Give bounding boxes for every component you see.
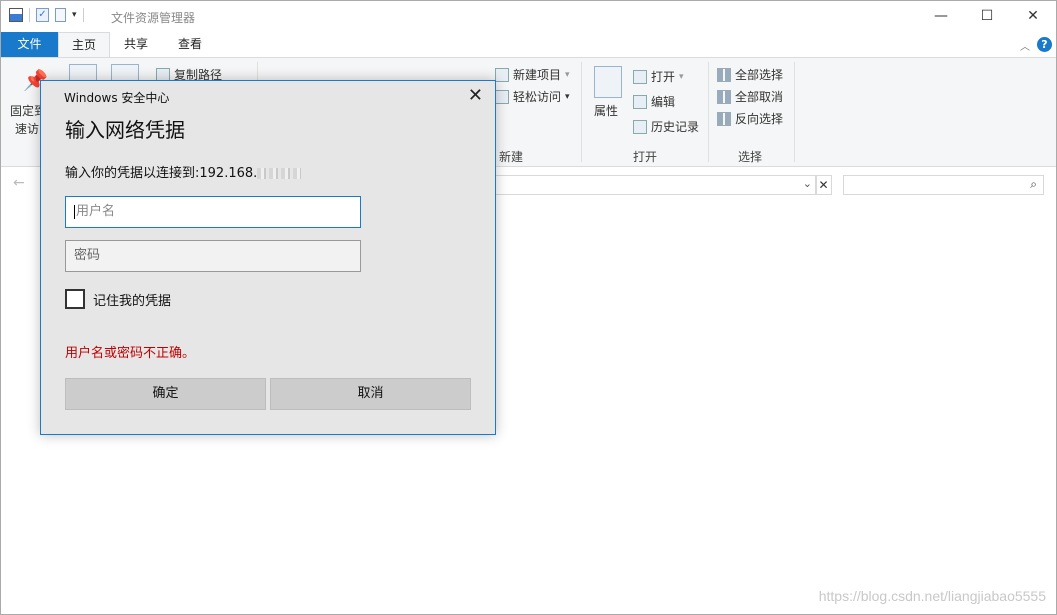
edit-label: 编辑 [651, 95, 676, 109]
history-icon [633, 119, 647, 134]
history-label: 历史记录 [651, 120, 700, 134]
username-field[interactable]: 用户名 [65, 196, 361, 228]
minimize-button[interactable]: — [918, 1, 964, 31]
select-none-label: 全部取消 [735, 90, 784, 104]
tab-view[interactable]: 查看 [166, 32, 214, 57]
error-message: 用户名或密码不正确。 [65, 346, 196, 361]
easy-access-button[interactable]: 轻松访问 ▾ [495, 88, 570, 105]
invert-selection-label: 反向选择 [735, 112, 784, 126]
title-bar: ✓ ▾ 文件资源管理器 — ☐ ✕ [1, 1, 1056, 32]
pin-label-2[interactable]: 速访 [15, 120, 39, 137]
easy-access-label: 轻松访问 [513, 90, 562, 104]
dialog-caption: Windows 安全中心 [64, 91, 170, 105]
collapse-ribbon-icon[interactable]: ︿ [1020, 38, 1030, 53]
group-label-select: 选择 [738, 150, 763, 164]
properties-icon[interactable] [594, 66, 622, 98]
connect-to-label: 输入你的凭据以连接到:192.168. [65, 166, 258, 181]
search-input[interactable]: ⌕ [843, 175, 1044, 195]
new-item-button[interactable]: 新建项目 ▾ [495, 66, 570, 83]
history-button[interactable]: 历史记录 [633, 118, 699, 135]
quick-access-toolbar: ✓ ▾ [9, 8, 84, 22]
window-icon [9, 8, 23, 22]
open-label: 打开 [651, 70, 676, 84]
divider [29, 8, 30, 22]
select-none-icon [717, 89, 731, 104]
chevron-down-icon: ▾ [679, 71, 684, 82]
open-icon [633, 69, 647, 84]
search-icon: ⌕ [1030, 177, 1037, 191]
username-placeholder: 用户名 [76, 204, 116, 219]
credential-dialog: Windows 安全中心 ✕ 输入网络凭据 输入你的凭据以连接到:192.168… [40, 80, 496, 435]
edit-button[interactable]: 编辑 [633, 93, 675, 110]
divider [794, 62, 795, 162]
address-input[interactable]: ⌄ [496, 175, 817, 195]
chevron-down-icon[interactable]: ⌄ [803, 177, 812, 190]
maximize-button[interactable]: ☐ [964, 1, 1010, 31]
window-title: 文件资源管理器 [111, 11, 196, 25]
password-placeholder: 密码 [74, 248, 101, 263]
remember-label: 记住我的凭据 [93, 293, 172, 309]
tab-share[interactable]: 共享 [113, 32, 159, 57]
redacted-ip [257, 168, 302, 179]
new-item-icon [495, 67, 509, 82]
select-all-button[interactable]: 全部选择 [717, 66, 783, 83]
new-item-label: 新建项目 [513, 68, 562, 82]
clear-address-icon[interactable]: ✕ [815, 175, 832, 195]
dialog-close-icon[interactable]: ✕ [468, 85, 483, 107]
chevron-down-icon: ▾ [565, 91, 570, 102]
close-window-button[interactable]: ✕ [1010, 1, 1056, 31]
invert-selection-icon [717, 111, 731, 126]
text-cursor [74, 204, 75, 219]
invert-selection-button[interactable]: 反向选择 [717, 110, 783, 127]
remember-credentials[interactable]: 记住我的凭据 [65, 289, 171, 309]
help-icon[interactable]: ? [1037, 37, 1052, 52]
chevron-down-icon: ▾ [565, 69, 570, 80]
customize-toolbar-dropdown-icon[interactable]: ▾ [72, 10, 77, 20]
group-label-open: 打开 [633, 150, 658, 164]
divider [581, 62, 582, 162]
tab-file[interactable]: 文件 [1, 32, 58, 57]
easy-access-icon [495, 89, 509, 104]
new-folder-quick-icon[interactable] [55, 8, 66, 22]
divider [82, 8, 84, 22]
back-arrow-icon[interactable]: ← [13, 175, 25, 191]
group-label-new: 新建 [499, 150, 524, 164]
divider [708, 62, 709, 162]
dialog-subtitle: 输入你的凭据以连接到:192.168. [65, 162, 302, 181]
select-all-icon [717, 67, 731, 82]
remember-checkbox[interactable] [65, 289, 85, 309]
ok-button[interactable]: 确定 [65, 378, 266, 410]
watermark: https://blog.csdn.net/liangjiabao5555 [818, 588, 1046, 604]
password-field[interactable]: 密码 [65, 240, 361, 272]
ribbon-tabs: 文件 主页 共享 查看 ︿ ? [1, 32, 1056, 57]
select-none-button[interactable]: 全部取消 [717, 88, 783, 105]
edit-icon [633, 94, 647, 109]
properties-label[interactable]: 属性 [594, 102, 618, 119]
tab-home[interactable]: 主页 [58, 32, 110, 57]
properties-quick-icon[interactable]: ✓ [36, 8, 49, 22]
cancel-button[interactable]: 取消 [270, 378, 471, 410]
open-button[interactable]: 打开 ▾ [633, 68, 684, 85]
dialog-title: 输入网络凭据 [65, 118, 185, 142]
select-all-label: 全部选择 [735, 68, 784, 82]
